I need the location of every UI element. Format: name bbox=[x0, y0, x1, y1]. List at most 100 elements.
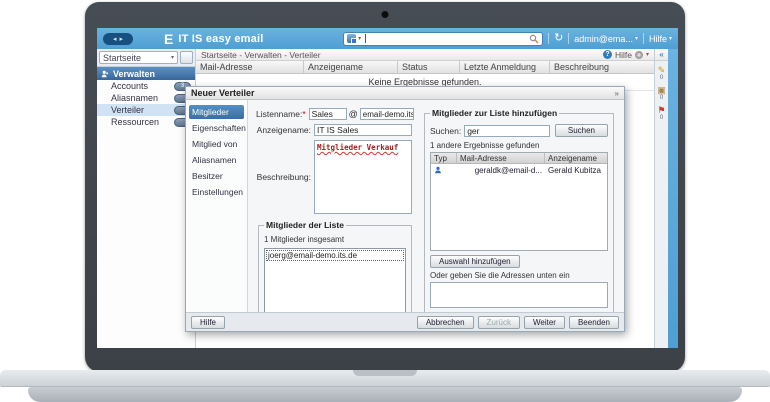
refresh-icon[interactable]: ↻ bbox=[554, 33, 563, 44]
item-label: Aliasnamen bbox=[111, 93, 158, 103]
dialog-tool-icon[interactable]: » bbox=[615, 89, 619, 98]
members-total: 1 Mitglieder insgesamt bbox=[264, 235, 406, 244]
sidebar-item-accounts[interactable]: Accounts 3 bbox=[97, 80, 195, 92]
listname-input[interactable] bbox=[309, 108, 347, 120]
or-enter-addresses-text: Oder geben Sie die Adressen unten ein bbox=[430, 271, 608, 280]
results-column-typ[interactable]: Typ bbox=[431, 153, 457, 163]
add-selection-row: Auswahl hinzufügen bbox=[430, 255, 608, 268]
required-mark: * bbox=[302, 109, 305, 119]
cancel-button[interactable]: Abbrechen bbox=[417, 316, 474, 329]
scope-dropdown-icon[interactable]: ▾ bbox=[358, 35, 361, 42]
sidebar-section-verwalten[interactable]: Verwalten bbox=[97, 67, 195, 80]
right-accent-strip bbox=[668, 49, 678, 348]
dialog-tab-mitglieder[interactable]: Mitglieder bbox=[189, 105, 244, 119]
sidebar-item-verteiler[interactable]: Verteiler bbox=[97, 104, 195, 116]
search-scope-icon[interactable] bbox=[347, 34, 356, 43]
addresses-textarea[interactable] bbox=[430, 282, 608, 308]
form-column: Listenname:* @ email-demo.its ▾ Anzeigen… bbox=[256, 108, 414, 310]
sidebar-extra-button[interactable] bbox=[180, 51, 193, 64]
help-icon[interactable]: ? bbox=[603, 50, 612, 59]
grid-header: Mail-Adresse Anzeigename Status Letzte A… bbox=[196, 61, 654, 74]
laptop-base-notch bbox=[353, 370, 417, 376]
dialog-tab-aliasnamen[interactable]: Aliasnamen bbox=[189, 153, 244, 167]
result-row[interactable]: geraldk@email-d... Gerald Kubitza bbox=[431, 164, 607, 176]
description-text: Mitglieder Verkauf bbox=[317, 143, 398, 152]
result-mail: geraldk@email-d... bbox=[457, 164, 545, 176]
dialog-tab-mitglied-von[interactable]: Mitglied von bbox=[189, 137, 244, 151]
item-label: Ressourcen bbox=[111, 117, 159, 127]
dialog-tab-eigenschaften[interactable]: Eigenschaften bbox=[189, 121, 244, 135]
dialog-tab-einstellungen[interactable]: Einstellungen bbox=[189, 185, 244, 199]
back-button[interactable]: Zurück bbox=[478, 316, 520, 329]
home-select[interactable]: Startseite ▾ bbox=[99, 51, 178, 64]
search-icon[interactable] bbox=[529, 34, 539, 44]
sidebar-item-ressourcen[interactable]: Ressourcen bbox=[97, 116, 195, 128]
back-icon[interactable]: ◂ bbox=[113, 35, 117, 43]
dialog-tab-besitzer[interactable]: Besitzer bbox=[189, 169, 244, 183]
panel-help-label[interactable]: Hilfe bbox=[615, 50, 632, 60]
drafts-icon[interactable]: ✎ bbox=[658, 65, 666, 75]
member-search-input[interactable] bbox=[464, 125, 550, 137]
forward-icon[interactable]: ▸ bbox=[120, 35, 124, 43]
dialog-titlebar[interactable]: Neuer Verteiler » bbox=[186, 87, 624, 100]
finish-button[interactable]: Beenden bbox=[569, 316, 619, 329]
column-mail-adresse[interactable]: Mail-Adresse bbox=[196, 61, 304, 73]
column-beschreibung[interactable]: Beschreibung bbox=[550, 61, 654, 73]
displayname-label: Anzeigename: bbox=[256, 125, 314, 135]
account-menu[interactable]: admin@ema... ▾ bbox=[574, 34, 638, 44]
search-input[interactable] bbox=[368, 34, 527, 44]
displayname-input[interactable] bbox=[314, 124, 412, 136]
laptop-base-bottom bbox=[28, 387, 742, 402]
at-sign: @ bbox=[347, 109, 360, 119]
column-status[interactable]: Status bbox=[398, 61, 460, 73]
members-listbox[interactable]: joerg@email-demo.its.de bbox=[264, 248, 406, 312]
flag-icon[interactable]: ⚑ bbox=[657, 105, 665, 115]
divider bbox=[568, 33, 569, 44]
result-name: Gerald Kubitza bbox=[545, 164, 607, 176]
flag-count: 0 bbox=[660, 115, 663, 121]
chevron-down-icon: ▾ bbox=[635, 35, 638, 42]
panel-tools: ? Hilfe ▾ bbox=[603, 50, 649, 60]
member-item[interactable]: joerg@email-demo.its.de bbox=[266, 250, 404, 261]
add-selection-button[interactable]: Auswahl hinzufügen bbox=[430, 255, 520, 268]
column-letzte-anmeldung[interactable]: Letzte Anmeldung bbox=[460, 61, 550, 73]
breadcrumb-bar: Startseite - Verwalten - Verteiler ? Hil… bbox=[196, 49, 654, 61]
dialog-footer: Hilfe Abbrechen Zurück Weiter Beenden bbox=[186, 312, 624, 331]
right-toolbar: « ✎ 0 ▣ 0 ⚑ 0 bbox=[654, 49, 668, 348]
webcam-dot bbox=[382, 11, 389, 18]
global-search[interactable]: ▾ bbox=[343, 32, 543, 46]
item-label: Accounts bbox=[111, 81, 148, 91]
next-button[interactable]: Weiter bbox=[524, 316, 565, 329]
results-count-text: 1 andere Ergebnisse gefunden bbox=[430, 141, 608, 150]
domain-select[interactable]: email-demo.its ▾ bbox=[360, 108, 414, 120]
add-members-fieldset: Mitglieder zur Liste hinzufügen Suchen: … bbox=[424, 108, 614, 312]
gear-icon[interactable] bbox=[635, 51, 643, 59]
column-anzeigename[interactable]: Anzeigename bbox=[304, 61, 398, 73]
history-nav[interactable]: ◂ ▸ bbox=[103, 33, 133, 45]
dialog-nav: Mitglieder Eigenschaften Mitglied von Al… bbox=[186, 100, 248, 312]
text-caret bbox=[365, 34, 366, 43]
description-label: Beschreibung: bbox=[256, 172, 314, 182]
chevron-down-icon: ▾ bbox=[669, 35, 672, 42]
results-column-mail[interactable]: Mail-Adresse bbox=[457, 153, 545, 163]
sidebar-item-aliasnamen[interactable]: Aliasnamen bbox=[97, 92, 195, 104]
description-row: Beschreibung: Mitglieder Verkauf bbox=[256, 140, 414, 214]
person-icon bbox=[434, 166, 442, 174]
description-textarea[interactable]: Mitglieder Verkauf bbox=[314, 140, 412, 214]
laptop-base bbox=[0, 370, 770, 387]
item-label: Verteiler bbox=[111, 105, 144, 115]
help-menu[interactable]: Hilfe ▾ bbox=[649, 34, 672, 44]
members-legend: Mitglieder der Liste bbox=[264, 220, 346, 230]
drafts-count: 0 bbox=[660, 75, 663, 81]
dialog-help-button[interactable]: Hilfe bbox=[191, 316, 225, 329]
chevron-down-icon[interactable]: ▾ bbox=[646, 51, 649, 58]
results-column-anzeigename[interactable]: Anzeigename bbox=[545, 153, 607, 163]
chevron-down-icon: ▾ bbox=[171, 54, 174, 61]
domain-value: email-demo.its bbox=[363, 110, 414, 119]
collapse-icon[interactable]: « bbox=[655, 49, 668, 61]
app-title: IT IS easy email bbox=[178, 33, 263, 45]
outbox-icon[interactable]: ▣ bbox=[657, 85, 666, 95]
search-button[interactable]: Suchen bbox=[555, 124, 608, 137]
sidebar-combo-row: Startseite ▾ bbox=[97, 49, 195, 67]
outbox-count: 0 bbox=[660, 95, 663, 101]
